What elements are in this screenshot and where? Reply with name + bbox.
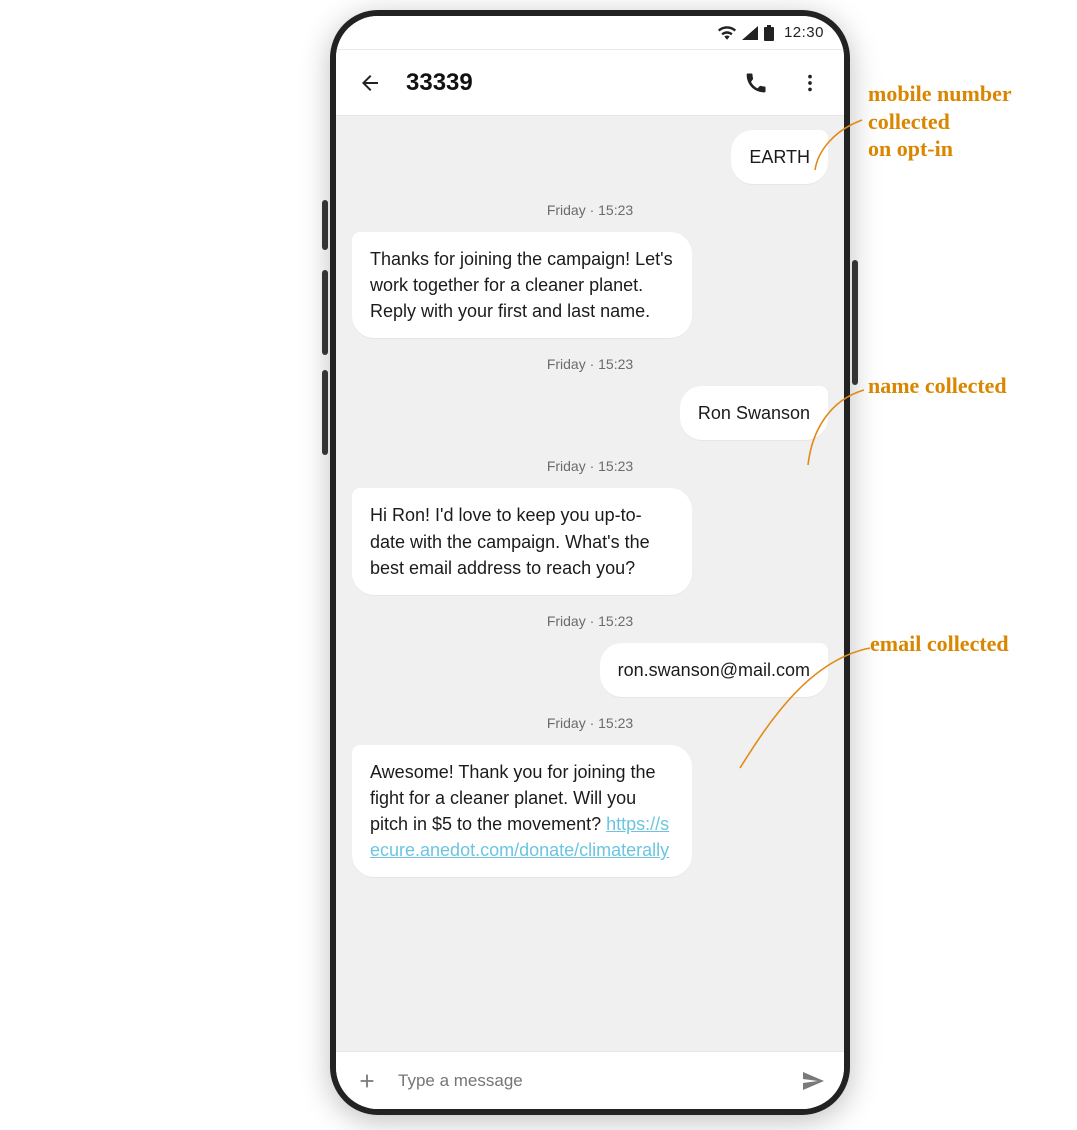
wifi-icon [718,26,736,40]
annotation-email: email collected [870,630,1009,658]
message-bubble[interactable]: Awesome! Thank you for joining the fight… [352,745,692,877]
timestamp: Friday · 15:23 [352,458,828,474]
annotation-name: name collected [868,372,1007,400]
annotation-text: name collected [868,372,1007,400]
phone-side-button [852,260,858,385]
annotation-text: collected [868,108,1012,136]
phone-side-button [322,200,328,250]
back-button[interactable] [352,65,388,101]
phone-side-button [322,370,328,455]
message-input[interactable] [398,1071,782,1091]
message-bubble[interactable]: Hi Ron! I'd love to keep you up-to-date … [352,488,692,594]
message-bubble[interactable]: ron.swanson@mail.com [600,643,828,697]
status-time: 12:30 [784,24,824,41]
message-outgoing: EARTH [352,130,828,184]
message-bubble[interactable]: Thanks for joining the campaign! Let's w… [352,232,692,338]
call-button[interactable] [738,65,774,101]
annotation-text: email collected [870,630,1009,658]
annotation-optin: mobile number collected on opt-in [868,80,1012,163]
message-thread[interactable]: EARTH Friday · 15:23 Thanks for joining … [336,116,844,1051]
message-incoming: Awesome! Thank you for joining the fight… [352,745,828,877]
timestamp: Friday · 15:23 [352,715,828,731]
attach-button[interactable] [350,1064,384,1098]
timestamp: Friday · 15:23 [352,202,828,218]
timestamp: Friday · 15:23 [352,356,828,372]
message-bubble[interactable]: EARTH [731,130,828,184]
phone-frame: 12:30 33339 EARTH Friday [330,10,850,1115]
phone-side-button [322,270,328,355]
phone-screen: 12:30 33339 EARTH Friday [336,16,844,1109]
timestamp: Friday · 15:23 [352,613,828,629]
cell-signal-icon [742,26,758,40]
conversation-title: 33339 [406,69,720,97]
status-bar: 12:30 [336,16,844,50]
message-bubble[interactable]: Ron Swanson [680,386,828,440]
more-options-button[interactable] [792,65,828,101]
send-button[interactable] [796,1064,830,1098]
battery-icon [764,25,774,41]
message-outgoing: Ron Swanson [352,386,828,440]
annotation-text: mobile number [868,80,1012,108]
annotation-text: on opt-in [868,135,1012,163]
message-incoming: Thanks for joining the campaign! Let's w… [352,232,828,338]
message-incoming: Hi Ron! I'd love to keep you up-to-date … [352,488,828,594]
composer [336,1051,844,1109]
message-outgoing: ron.swanson@mail.com [352,643,828,697]
conversation-header: 33339 [336,50,844,116]
